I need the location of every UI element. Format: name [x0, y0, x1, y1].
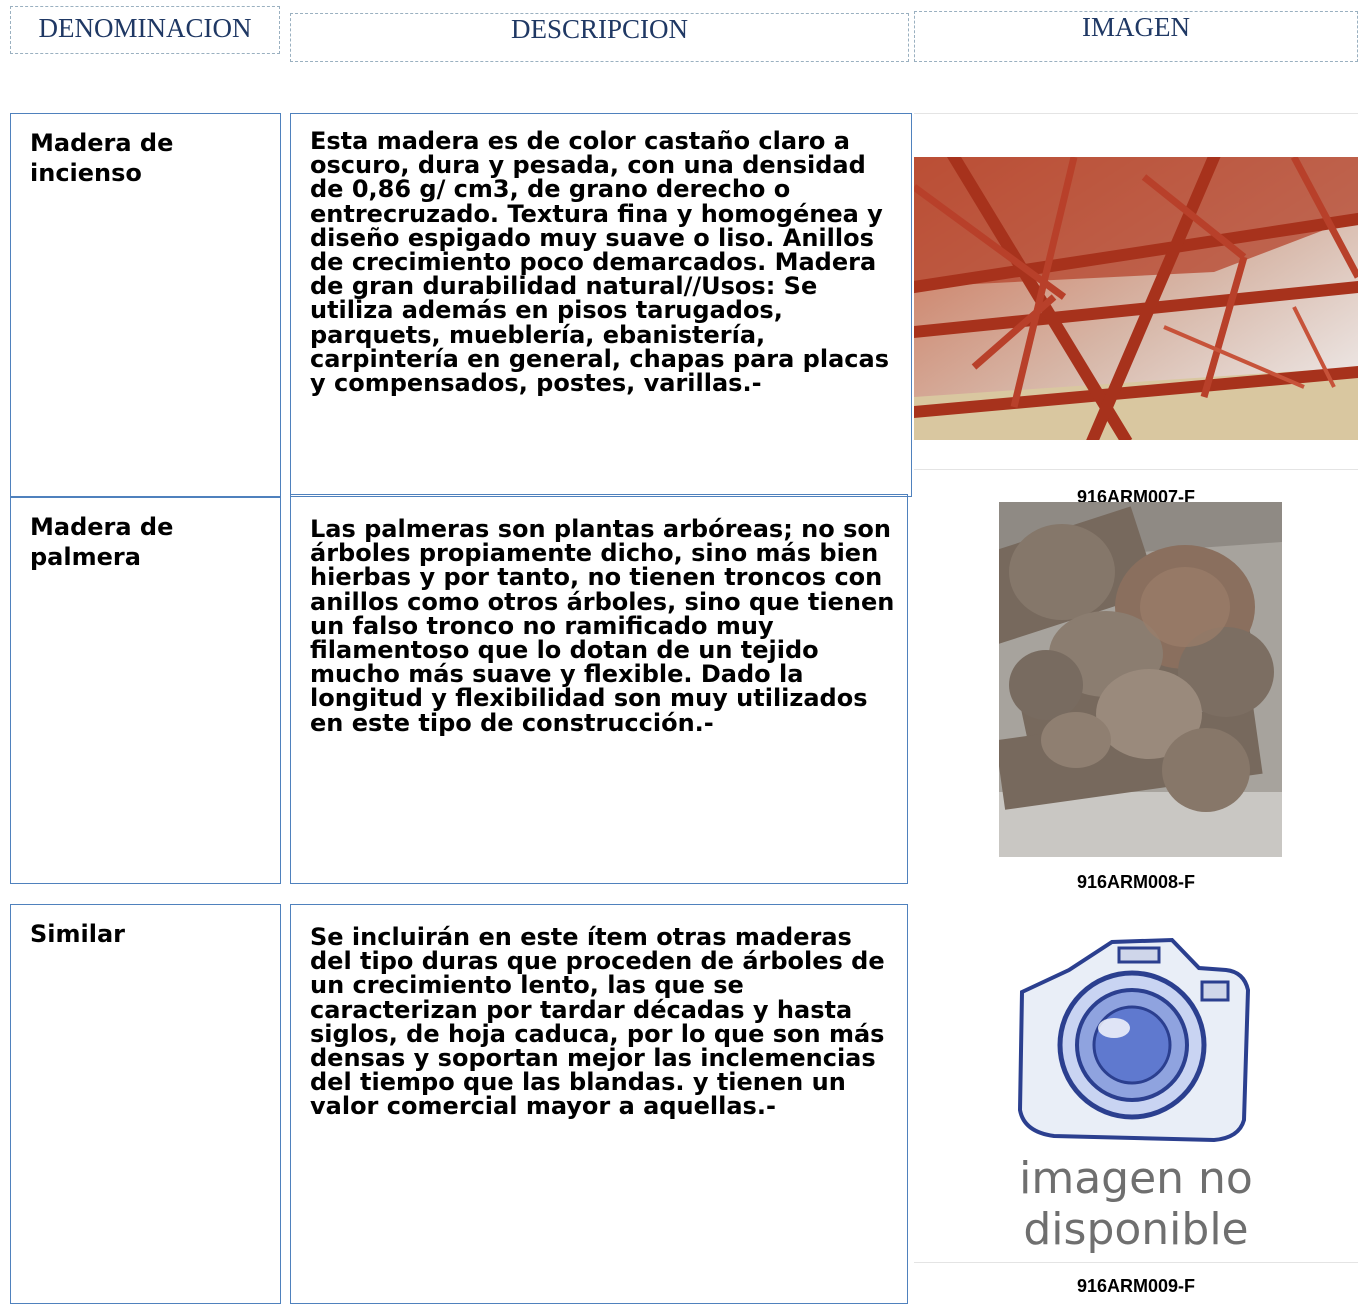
row-1-name: Madera de incienso — [10, 113, 281, 497]
svg-text:imagen no: imagen no — [1019, 1153, 1253, 1204]
row-3-description: Se incluirán en este ítem otras maderas … — [290, 904, 908, 1304]
header-imagen: IMAGEN — [914, 11, 1358, 62]
row-2-image-code: 916ARM008-F — [1076, 872, 1196, 892]
row-1-description: Esta madera es de color castaño claro a … — [290, 113, 912, 497]
row-2-image-palm-logs — [999, 502, 1282, 857]
row-3-image-code: 916ARM009-F — [1076, 1276, 1196, 1296]
camera-icon: imagen no disponible — [914, 910, 1358, 1262]
header-denominacion: DENOMINACION — [10, 6, 280, 54]
svg-text:disponible: disponible — [1023, 1204, 1248, 1255]
header-descripcion: DESCRIPCION — [290, 13, 909, 62]
row-2-description: Las palmeras son plantas arbóreas; no so… — [290, 494, 908, 884]
row-2-name: Madera de palmera — [10, 497, 281, 884]
row-1-image-roof-trusses — [914, 157, 1358, 440]
row-3-image-placeholder: imagen no disponible — [914, 910, 1358, 1262]
row-3-name: Similar — [10, 904, 281, 1304]
